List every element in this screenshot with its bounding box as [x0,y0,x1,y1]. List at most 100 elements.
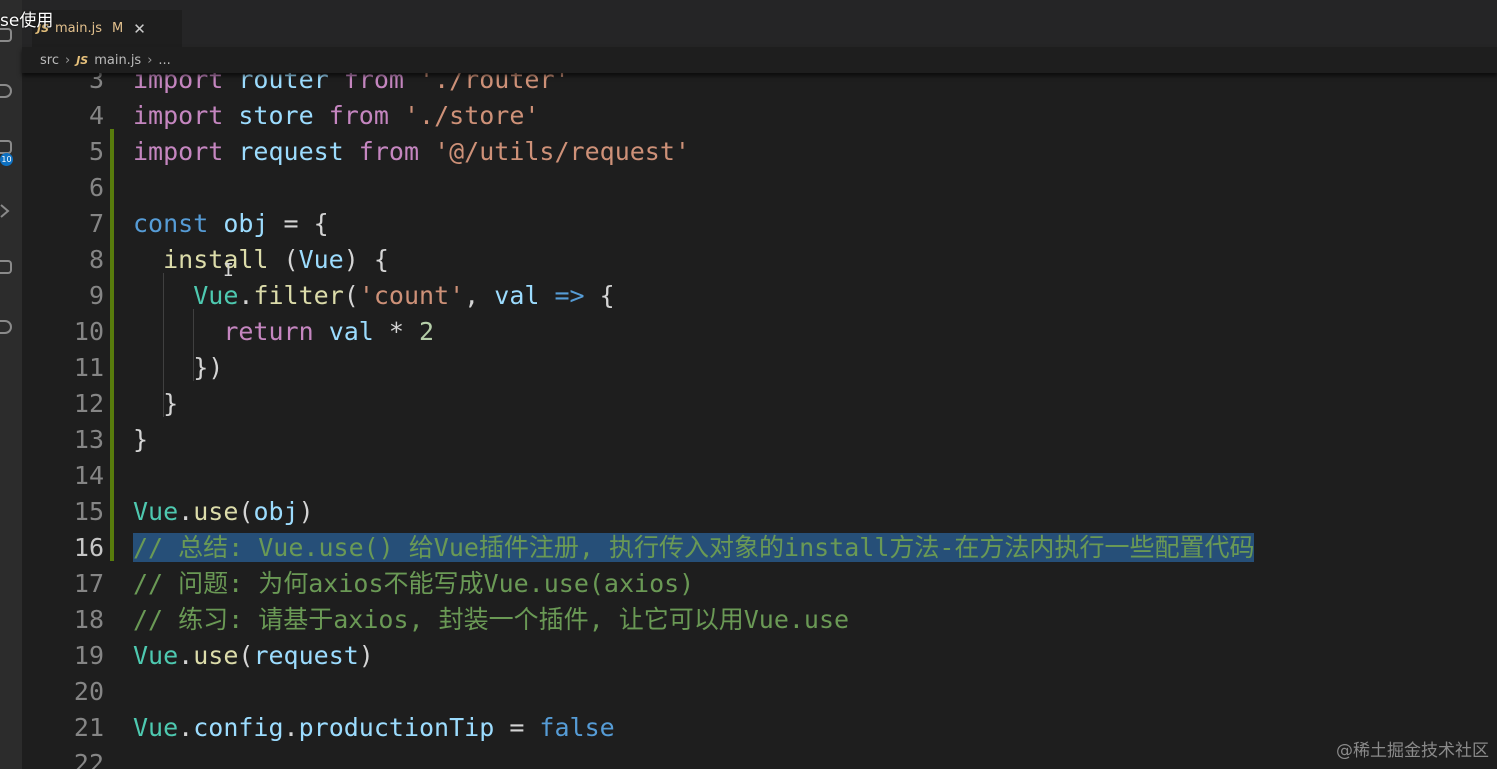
code-line[interactable]: 6 [22,170,1497,206]
code-token: Vue [193,281,239,310]
code-token: // 问题: 为何axios不能写成Vue.use(axios) [133,569,695,598]
code-line[interactable]: 17 // 问题: 为何axios不能写成Vue.use(axios) [22,566,1497,602]
code-line[interactable]: 7 const obj = { [22,206,1497,242]
line-number: 9 [88,281,104,310]
code-editor[interactable]: 3 import router from './router' 4 import st… [22,61,1497,769]
code-token: store [238,101,314,130]
code-line[interactable]: 11 }) [22,350,1497,386]
code-token: request [253,641,359,670]
code-line[interactable]: 19 Vue.use(request) [22,638,1497,674]
breadcrumb-folder[interactable]: src [40,53,59,68]
code-line[interactable]: 21 Vue.config.productionTip = false [22,710,1497,746]
source-control-badge: 10 [0,153,13,166]
code-token: filter [253,281,344,310]
breadcrumb: src › JS main.js › ... [22,47,1497,73]
code-token: }) [133,353,224,382]
code-line[interactable]: 18 // 练习: 请基于axios, 封装一个插件, 让它可以用Vue.use [22,602,1497,638]
code-token: Vue [133,641,179,670]
code-token: false [539,713,615,742]
close-icon[interactable]: ✕ [133,20,146,38]
code-text: // 总结: Vue.use() 给Vue插件注册, 执行传入对象的instal… [133,530,1255,566]
code-line[interactable]: 4 import store from './store' [22,98,1497,134]
activity-bar: 10 [0,0,22,769]
line-number: 7 [88,209,104,238]
code-token: Vue [133,497,179,526]
code-token: ( [238,497,254,526]
modified-indicator: M [112,21,124,36]
code-token: ( [268,245,299,274]
breadcrumb-symbol[interactable]: ... [158,53,170,68]
run-debug-icon[interactable] [0,203,10,218]
remote-icon[interactable] [0,320,12,334]
js-file-icon: JS [76,53,89,67]
code-line[interactable]: 15 Vue.use(obj) [22,494,1497,530]
code-token: ) [358,641,374,670]
code-token: ( [343,281,359,310]
code-text: Vue.use(obj) [133,494,314,530]
code-token: } [133,389,179,418]
code-line[interactable]: 16 // 总结: Vue.use() 给Vue插件注册, 执行传入对象的inst… [22,530,1497,566]
code-line[interactable]: 12 } [22,386,1497,422]
code-token: obj [223,209,269,238]
code-line[interactable]: 10 return val * 2 [22,314,1497,350]
code-token: return [223,317,314,346]
code-token: , [464,281,495,310]
breadcrumb-file[interactable]: main.js [94,53,141,68]
line-number: 12 [73,389,104,418]
source-control-icon[interactable] [0,140,12,154]
code-token: productionTip [298,713,495,742]
code-token: . [178,641,194,670]
code-line[interactable]: 13} [22,422,1497,458]
code-text: Vue.filter('count', val => { [133,278,615,314]
code-text: const obj = { [133,206,329,242]
code-token: { [584,281,615,310]
line-number: 15 [73,497,104,526]
code-line[interactable]: 9 Vue.filter('count', val => { [22,278,1497,314]
code-token: import [133,101,224,130]
tab-label: main.js [55,21,103,36]
code-token: 2 [419,317,435,346]
code-text: import store from './store' [133,98,539,134]
code-line[interactable]: 8 install (Vue) { [22,242,1497,278]
code-token: // 总结: Vue.use() 给Vue插件注册, 执行传入对象的instal… [133,533,1255,562]
code-token: use [193,497,239,526]
code-line[interactable]: 5 import request from '@/utils/request' [22,134,1497,170]
code-token: . [178,497,194,526]
watermark: @稀土掘金技术社区 [1336,741,1489,761]
code-token: ( [238,641,254,670]
code-text: install (Vue) { [133,242,389,278]
search-icon[interactable] [0,84,12,98]
code-token: . [283,713,299,742]
code-text: } [133,422,148,458]
line-number: 18 [73,605,104,634]
code-token: from [328,101,389,130]
line-number: 14 [73,461,104,490]
tab-main-js[interactable]: JS main.js M ✕ [32,10,182,47]
code-token: = { [268,209,329,238]
code-token: // 练习: 请基于axios, 封装一个插件, 让它可以用Vue.use [133,605,850,634]
code-text: } [133,386,178,422]
code-token: const [133,209,209,238]
extensions-icon[interactable] [0,260,12,274]
line-number: 4 [88,101,104,130]
code-token: from [358,137,420,166]
code-line[interactable]: 20 [22,674,1497,710]
line-number: 5 [88,137,104,166]
code-token: => [554,281,585,310]
code-text: return val * 2 [133,314,434,350]
code-token: . [178,713,194,742]
code-token: . [238,281,254,310]
code-line[interactable]: 14 [22,458,1497,494]
code-token: * [373,317,419,346]
code-line[interactable]: 22 [22,746,1497,769]
